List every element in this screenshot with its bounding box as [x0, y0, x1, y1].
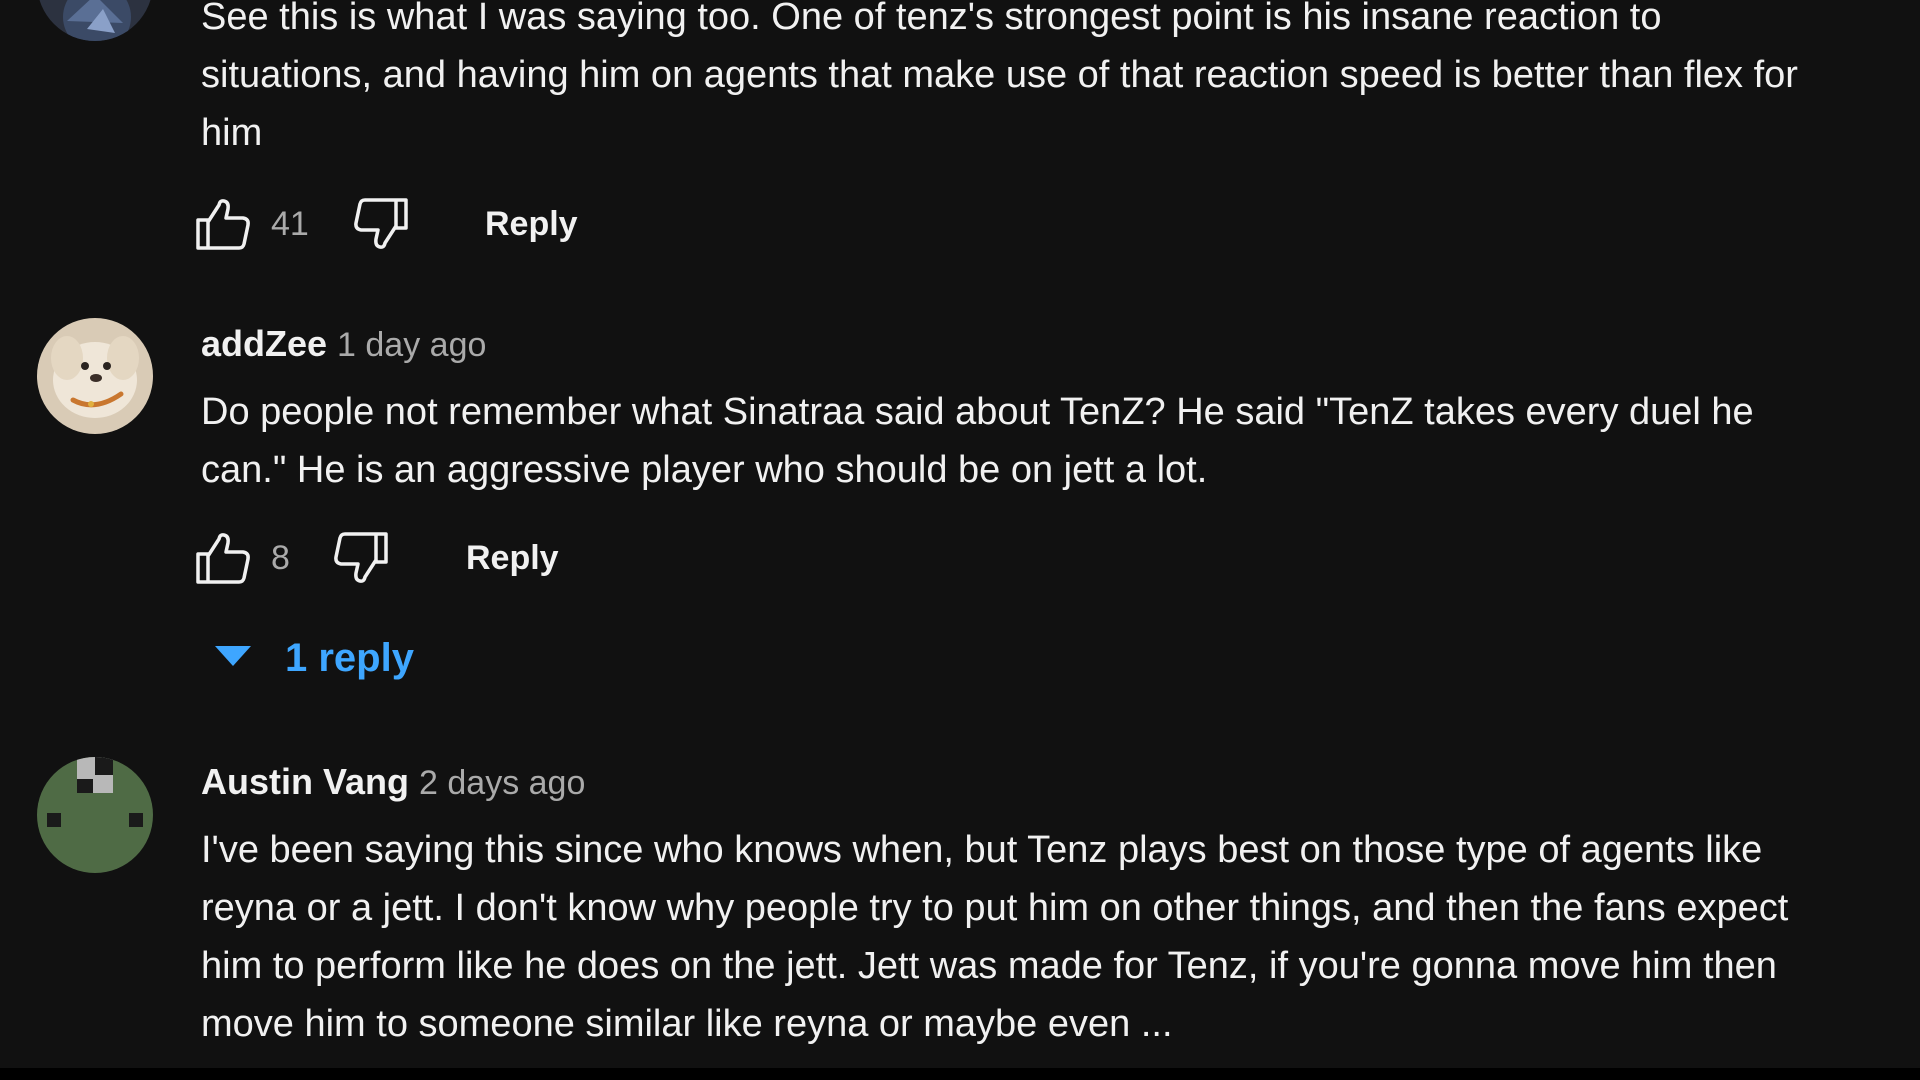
dog-avatar	[37, 318, 153, 434]
author-name[interactable]: addZee	[201, 323, 327, 364]
thumbs-up-icon	[196, 199, 250, 250]
dislike-button[interactable]	[331, 528, 391, 588]
author-name[interactable]: Austin Vang	[201, 761, 409, 802]
like-count: 41	[271, 205, 309, 243]
replies-count-label: 1 reply	[285, 636, 414, 680]
avatar[interactable]	[37, 0, 153, 41]
comment-text: Do people not remember what Sinatraa sai…	[201, 391, 1754, 491]
like-count: 8	[271, 539, 290, 577]
reply-button[interactable]: Reply	[466, 528, 559, 588]
comment-header: Austin Vang 2 days ago	[201, 758, 585, 806]
comment-header: addZee 1 day ago	[201, 320, 486, 368]
comment-text: I've been saying this since who knows wh…	[201, 829, 1789, 1045]
comment-timestamp[interactable]: 2 days ago	[419, 764, 585, 802]
comments-section: See this is what I was saying too. One o…	[0, 0, 1920, 1068]
comment-text: See this is what I was saying too. One o…	[201, 0, 1798, 154]
reply-button[interactable]: Reply	[485, 194, 578, 254]
green-pixel-avatar	[37, 757, 153, 873]
view-replies-button[interactable]: 1 reply	[215, 629, 414, 687]
avatar[interactable]	[37, 757, 153, 873]
dislike-button[interactable]	[351, 194, 411, 254]
avatar[interactable]	[37, 318, 153, 434]
caret-down-icon	[215, 646, 251, 666]
thumbs-down-icon	[334, 532, 388, 583]
thumbs-up-icon	[196, 533, 250, 584]
avatar-image	[37, 0, 153, 41]
like-button[interactable]	[193, 528, 253, 588]
thumbs-down-icon	[354, 198, 408, 249]
like-button[interactable]	[193, 194, 253, 254]
comment-timestamp[interactable]: 1 day ago	[337, 326, 486, 364]
